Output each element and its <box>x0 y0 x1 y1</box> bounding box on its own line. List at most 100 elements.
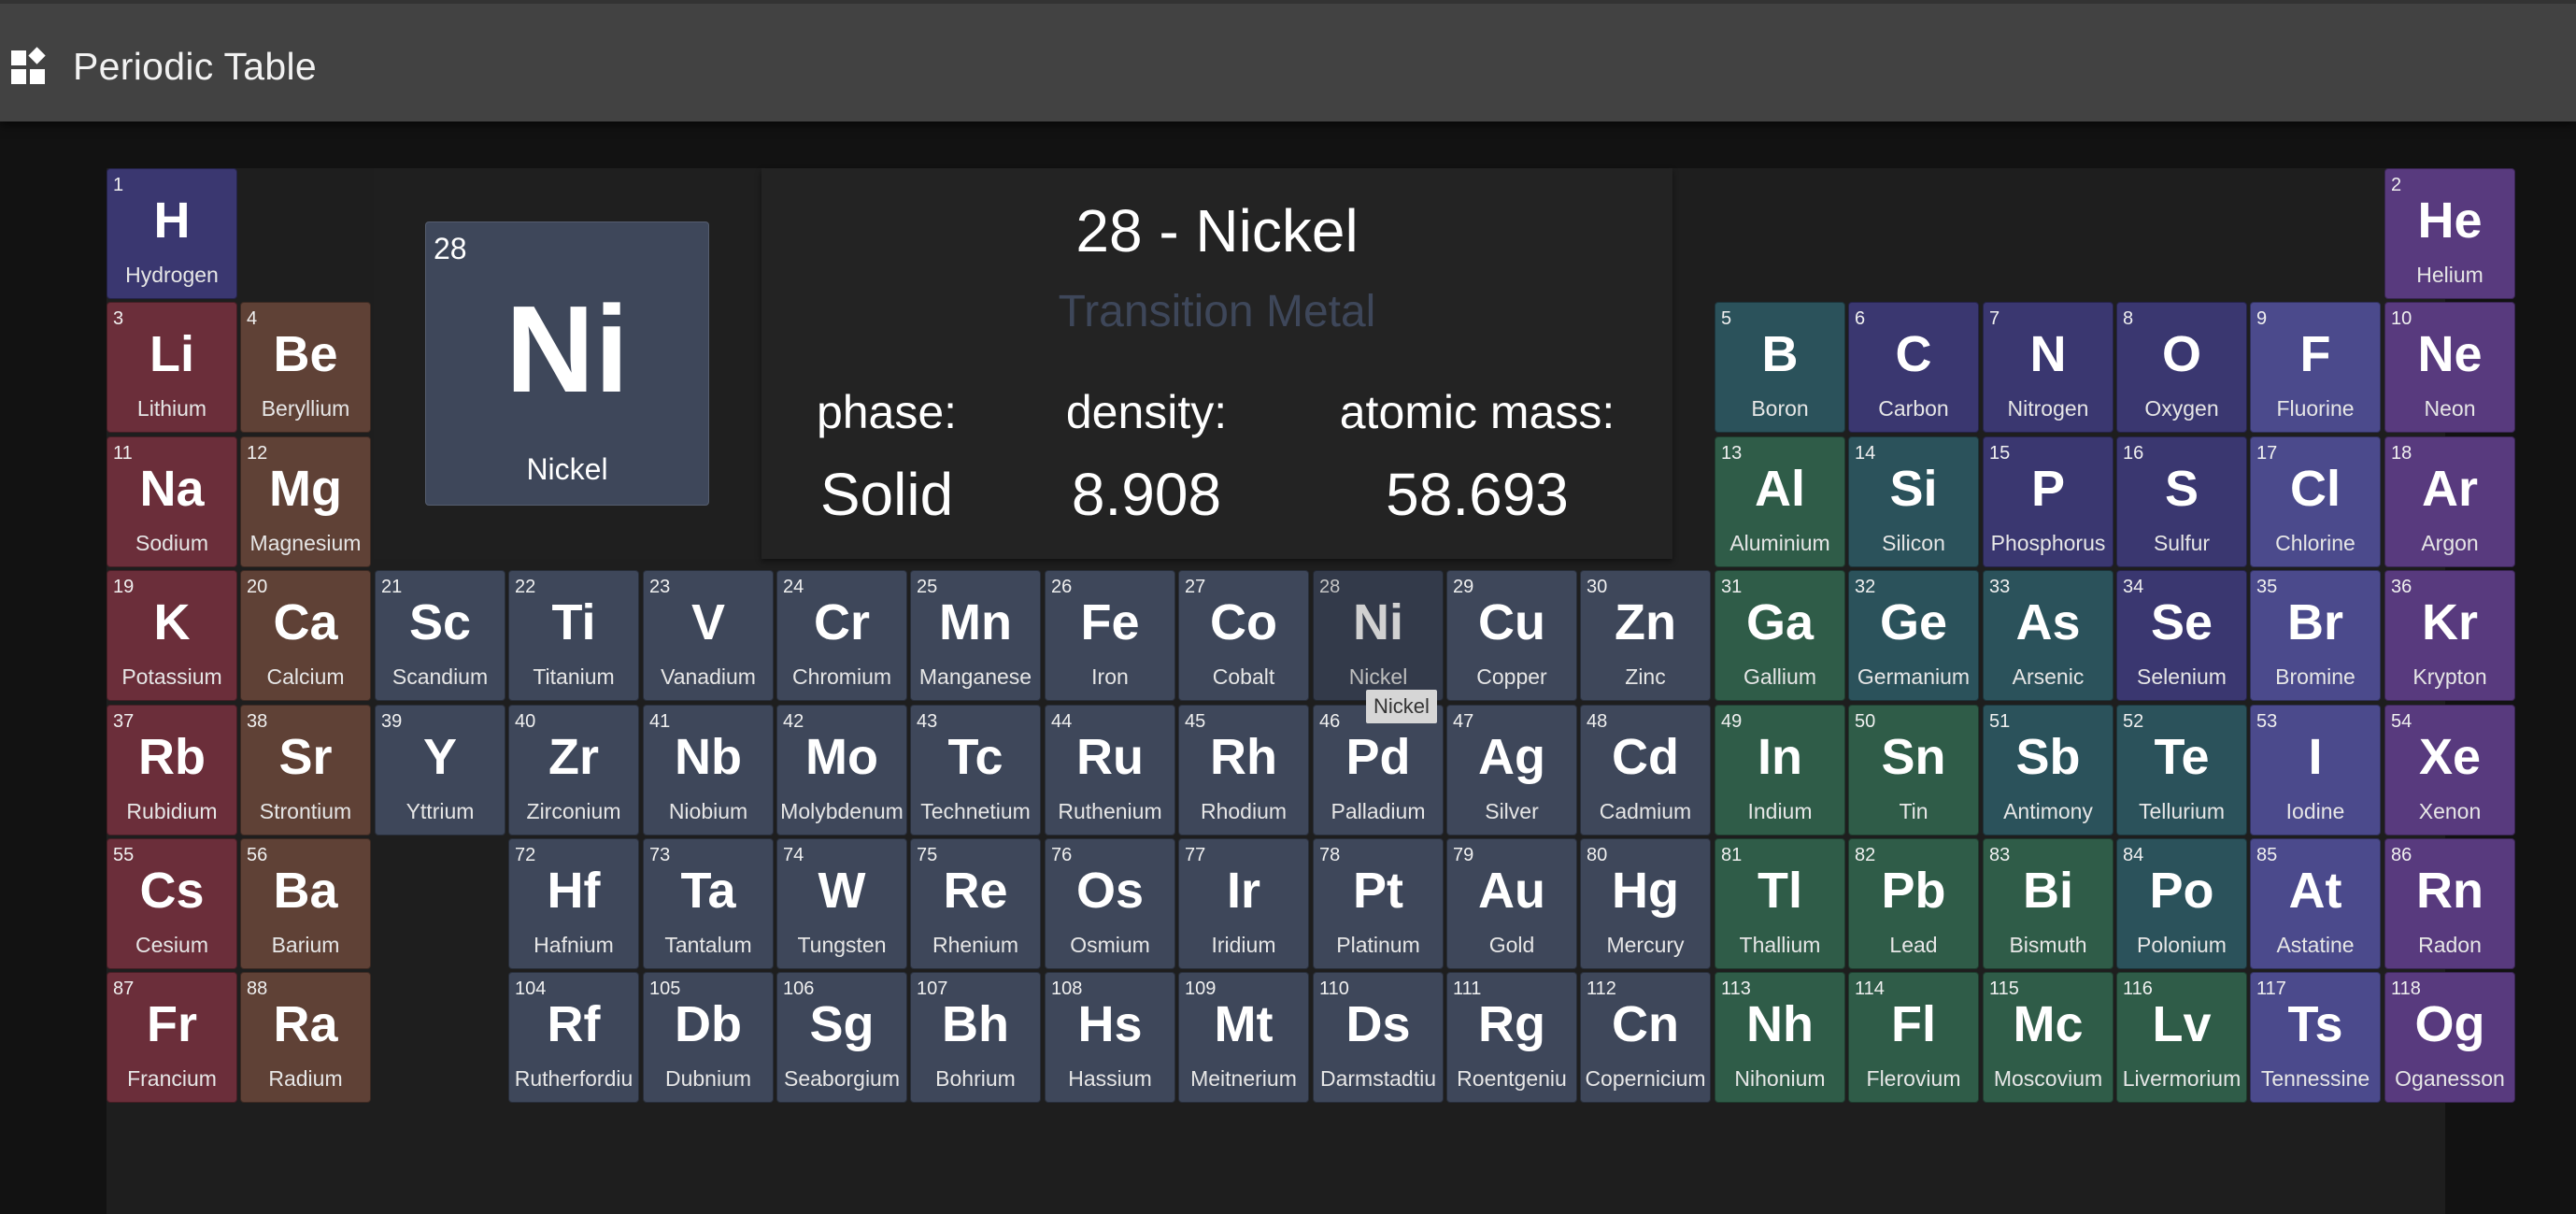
element-tile-chromium[interactable]: 24 Cr Chromium <box>776 570 907 701</box>
element-tile-calcium[interactable]: 20 Ca Calcium <box>240 570 371 701</box>
element-name: Hydrogen <box>125 263 219 287</box>
element-tile-rhenium[interactable]: 75 Re Rhenium <box>910 838 1041 969</box>
element-tile-gold[interactable]: 79 Au Gold <box>1446 838 1577 969</box>
element-tile-molybdenum[interactable]: 42 Mo Molybdenum <box>776 705 907 836</box>
element-tile-roentgeniu[interactable]: 111 Rg Roentgeniu <box>1446 972 1577 1103</box>
element-tile-hydrogen[interactable]: 1 H Hydrogen <box>107 168 237 299</box>
element-tile-copernicium[interactable]: 112 Cn Copernicium <box>1580 972 1711 1103</box>
element-tile-polonium[interactable]: 84 Po Polonium <box>2116 838 2247 969</box>
element-tile-manganese[interactable]: 25 Mn Manganese <box>910 570 1041 701</box>
element-tile-flerovium[interactable]: 114 Fl Flerovium <box>1848 972 1979 1103</box>
element-tile-germanium[interactable]: 32 Ge Germanium <box>1848 570 1979 701</box>
element-tile-neon[interactable]: 10 Ne Neon <box>2384 302 2515 433</box>
element-name: Helium <box>2416 263 2483 287</box>
element-tile-sulfur[interactable]: 16 S Sulfur <box>2116 436 2247 567</box>
element-tile-platinum[interactable]: 78 Pt Platinum <box>1313 838 1444 969</box>
element-tile-nihonium[interactable]: 113 Nh Nihonium <box>1715 972 1845 1103</box>
element-tile-fluorine[interactable]: 9 F Fluorine <box>2250 302 2381 433</box>
element-name: Francium <box>127 1066 217 1091</box>
element-tile-tellurium[interactable]: 52 Te Tellurium <box>2116 705 2247 836</box>
element-tile-bohrium[interactable]: 107 Bh Bohrium <box>910 972 1041 1103</box>
element-tile-darmstadtiu[interactable]: 110 Ds Darmstadtiu <box>1313 972 1444 1103</box>
element-tile-nitrogen[interactable]: 7 N Nitrogen <box>1983 302 2113 433</box>
element-tile-niobium[interactable]: 41 Nb Niobium <box>643 705 774 836</box>
element-symbol: Cs <box>139 863 205 919</box>
element-tile-tungsten[interactable]: 74 W Tungsten <box>776 838 907 969</box>
element-tile-ruthenium[interactable]: 44 Ru Ruthenium <box>1045 705 1175 836</box>
element-tile-xenon[interactable]: 54 Xe Xenon <box>2384 705 2515 836</box>
element-symbol: Fl <box>1891 996 1936 1052</box>
element-tile-magnesium[interactable]: 12 Mg Magnesium <box>240 436 371 567</box>
element-tile-hassium[interactable]: 108 Hs Hassium <box>1045 972 1175 1103</box>
element-tile-meitnerium[interactable]: 109 Mt Meitnerium <box>1178 972 1309 1103</box>
element-tile-aluminium[interactable]: 13 Al Aluminium <box>1715 436 1845 567</box>
element-tile-zinc[interactable]: 30 Zn Zinc <box>1580 570 1711 701</box>
element-tile-phosphorus[interactable]: 15 P Phosphorus <box>1983 436 2113 567</box>
element-tile-lithium[interactable]: 3 Li Lithium <box>107 302 237 433</box>
element-tile-technetium[interactable]: 43 Tc Technetium <box>910 705 1041 836</box>
element-tile-francium[interactable]: 87 Fr Francium <box>107 972 237 1103</box>
element-tile-palladium[interactable]: 46 Pd Palladium <box>1313 705 1444 836</box>
element-tile-thallium[interactable]: 81 Tl Thallium <box>1715 838 1845 969</box>
element-tile-gallium[interactable]: 31 Ga Gallium <box>1715 570 1845 701</box>
element-name: Zirconium <box>526 799 621 823</box>
element-tile-iron[interactable]: 26 Fe Iron <box>1045 570 1175 701</box>
element-tile-selenium[interactable]: 34 Se Selenium <box>2116 570 2247 701</box>
element-tile-copper[interactable]: 29 Cu Copper <box>1446 570 1577 701</box>
element-tile-oganesson[interactable]: 118 Og Oganesson <box>2384 972 2515 1103</box>
element-tile-moscovium[interactable]: 115 Mc Moscovium <box>1983 972 2113 1103</box>
element-tile-vanadium[interactable]: 23 V Vanadium <box>643 570 774 701</box>
element-tile-tin[interactable]: 50 Sn Tin <box>1848 705 1979 836</box>
element-tile-tennessine[interactable]: 117 Ts Tennessine <box>2250 972 2381 1103</box>
element-tile-lead[interactable]: 82 Pb Lead <box>1848 838 1979 969</box>
element-tile-rhodium[interactable]: 45 Rh Rhodium <box>1178 705 1309 836</box>
element-tile-mercury[interactable]: 80 Hg Mercury <box>1580 838 1711 969</box>
element-tile-boron[interactable]: 5 B Boron <box>1715 302 1845 433</box>
element-name: Xenon <box>2418 799 2482 823</box>
element-tile-argon[interactable]: 18 Ar Argon <box>2384 436 2515 567</box>
element-tile-osmium[interactable]: 76 Os Osmium <box>1045 838 1175 969</box>
element-tile-antimony[interactable]: 51 Sb Antimony <box>1983 705 2113 836</box>
element-tile-arsenic[interactable]: 33 As Arsenic <box>1983 570 2113 701</box>
element-tile-cesium[interactable]: 55 Cs Cesium <box>107 838 237 969</box>
element-tile-iodine[interactable]: 53 I Iodine <box>2250 705 2381 836</box>
element-tile-silicon[interactable]: 14 Si Silicon <box>1848 436 1979 567</box>
element-tile-helium[interactable]: 2 He Helium <box>2384 168 2515 299</box>
element-tile-radon[interactable]: 86 Rn Radon <box>2384 838 2515 969</box>
element-tile-carbon[interactable]: 6 C Carbon <box>1848 302 1979 433</box>
element-tile-iridium[interactable]: 77 Ir Iridium <box>1178 838 1309 969</box>
element-tile-sodium[interactable]: 11 Na Sodium <box>107 436 237 567</box>
element-tile-krypton[interactable]: 36 Kr Krypton <box>2384 570 2515 701</box>
element-tile-yttrium[interactable]: 39 Y Yttrium <box>375 705 505 836</box>
element-tile-scandium[interactable]: 21 Sc Scandium <box>375 570 505 701</box>
element-tile-cadmium[interactable]: 48 Cd Cadmium <box>1580 705 1711 836</box>
element-tile-hafnium[interactable]: 72 Hf Hafnium <box>508 838 639 969</box>
element-tile-oxygen[interactable]: 8 O Oxygen <box>2116 302 2247 433</box>
element-tile-zirconium[interactable]: 40 Zr Zirconium <box>508 705 639 836</box>
element-tile-rutherfordiu[interactable]: 104 Rf Rutherfordiu <box>508 972 639 1103</box>
element-tile-dubnium[interactable]: 105 Db Dubnium <box>643 972 774 1103</box>
element-tile-silver[interactable]: 47 Ag Silver <box>1446 705 1577 836</box>
element-tile-strontium[interactable]: 38 Sr Strontium <box>240 705 371 836</box>
element-tile-nickel[interactable]: 28 Ni Nickel <box>1313 570 1444 701</box>
element-tile-bromine[interactable]: 35 Br Bromine <box>2250 570 2381 701</box>
element-name: Copernicium <box>1585 1066 1706 1091</box>
element-tile-beryllium[interactable]: 4 Be Beryllium <box>240 302 371 433</box>
element-tile-tantalum[interactable]: 73 Ta Tantalum <box>643 838 774 969</box>
element-tile-rubidium[interactable]: 37 Rb Rubidium <box>107 705 237 836</box>
widgets-icon[interactable] <box>9 47 49 86</box>
element-tile-potassium[interactable]: 19 K Potassium <box>107 570 237 701</box>
element-tile-indium[interactable]: 49 In Indium <box>1715 705 1845 836</box>
element-tile-seaborgium[interactable]: 106 Sg Seaborgium <box>776 972 907 1103</box>
element-tile-astatine[interactable]: 85 At Astatine <box>2250 838 2381 969</box>
element-tile-titanium[interactable]: 22 Ti Titanium <box>508 570 639 701</box>
element-tile-chlorine[interactable]: 17 Cl Chlorine <box>2250 436 2381 567</box>
element-name: Strontium <box>259 799 352 823</box>
element-tile-radium[interactable]: 88 Ra Radium <box>240 972 371 1103</box>
element-tile-cobalt[interactable]: 27 Co Cobalt <box>1178 570 1309 701</box>
element-tile-livermorium[interactable]: 116 Lv Livermorium <box>2116 972 2247 1103</box>
element-name: Cadmium <box>1599 799 1692 823</box>
element-tile-barium[interactable]: 56 Ba Barium <box>240 838 371 969</box>
element-tile-bismuth[interactable]: 83 Bi Bismuth <box>1983 838 2113 969</box>
element-symbol: Fr <box>147 996 197 1052</box>
